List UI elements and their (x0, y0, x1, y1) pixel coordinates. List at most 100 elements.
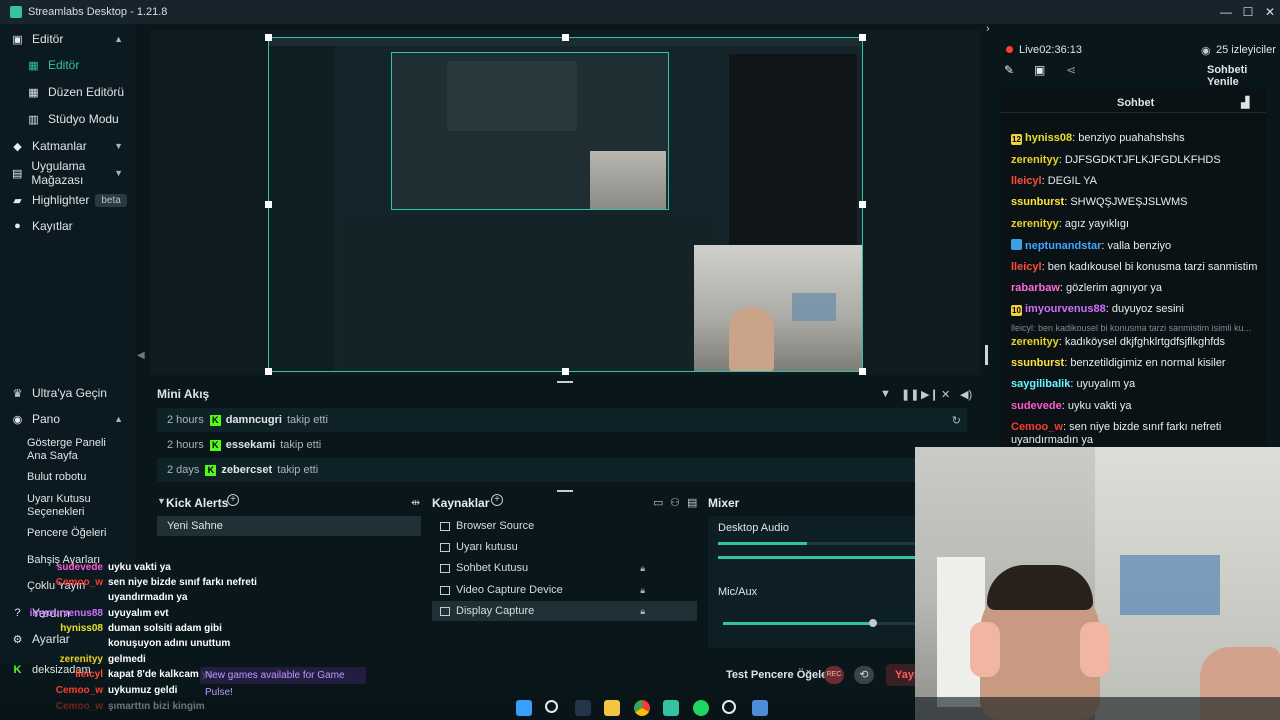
lock-icon[interactable]: 🔒︎ (640, 585, 645, 596)
sidebar-item-layers[interactable]: ◆ Katmanlar ▼ (0, 134, 135, 158)
feed-row: 2 days K zebercset takip etti (157, 458, 967, 482)
sidebar-item-app-store[interactable]: ▤ Uygulama Mağazası ▼ (0, 159, 135, 187)
folder-icon[interactable] (604, 700, 620, 716)
resize-handle-b[interactable] (562, 368, 569, 375)
sidebar-item-label: Düzen Editörü (48, 85, 125, 99)
app-icon[interactable] (752, 700, 768, 716)
source-item[interactable]: Browser Source (432, 516, 697, 536)
spotify-icon[interactable] (693, 700, 709, 716)
close-button[interactable]: ✕ (1259, 0, 1280, 24)
resize-handle-r[interactable] (859, 201, 866, 208)
test-widgets-label[interactable]: Test Pencere Öğeleri (726, 669, 835, 681)
pause-icon[interactable]: ❚❚ (901, 388, 919, 401)
lock-icon[interactable]: 🔒︎ (640, 606, 645, 617)
mute-alerts-icon[interactable]: ✕ (941, 388, 950, 401)
overlay-text: duman solsiti adam gibi (108, 623, 222, 634)
chat-username[interactable]: lleicyl (1011, 175, 1042, 187)
resize-handle-tl[interactable] (265, 34, 272, 41)
mic-slider[interactable] (723, 622, 915, 625)
desktop-audio-slider[interactable] (718, 556, 915, 559)
source-item[interactable]: Sohbet Kutusu 🔒︎ (432, 558, 697, 578)
mic-slider-knob[interactable] (868, 619, 877, 627)
sidebar-item-layout-editor[interactable]: ▦ Düzen Editörü (0, 80, 135, 104)
sidebar-item-highlighter[interactable]: ▰ Highlighter beta (0, 188, 135, 212)
chat-username[interactable]: zerenityy (1011, 154, 1059, 166)
filter-icon[interactable]: ▼ (880, 388, 891, 400)
chat-username[interactable]: zerenityy (1011, 336, 1059, 348)
sidebar-item-label: Kayıtlar (32, 219, 73, 233)
chrome-icon[interactable] (634, 700, 650, 716)
preview-scrollbar[interactable] (985, 345, 988, 365)
refresh-chat-button[interactable]: Sohbeti Yenile (1207, 64, 1280, 88)
lock-icon[interactable]: 🔒︎ (640, 563, 645, 574)
search-icon[interactable] (545, 700, 558, 713)
source-group-icon[interactable]: ⚇ (670, 496, 680, 509)
chat-username[interactable]: ssunburst (1011, 357, 1064, 369)
resize-handle-bl[interactable] (265, 368, 272, 375)
mixer-title: Mixer (708, 496, 740, 510)
scene-transition-icon[interactable]: ⇹ (411, 496, 420, 509)
rec-button[interactable]: REC (824, 666, 844, 684)
streamlabs-icon[interactable] (663, 700, 679, 716)
maximize-button[interactable]: ☐ (1237, 0, 1259, 24)
chat-username[interactable]: imyourvenus88 (1025, 303, 1106, 315)
sidebar-item-dashboard[interactable]: ◉ Pano ▲ (0, 408, 135, 430)
source-folder-icon[interactable]: ▤ (687, 496, 697, 509)
resize-handle-l[interactable] (265, 201, 272, 208)
replay-buffer-button[interactable]: ⟲ (854, 666, 874, 684)
collapse-sidebar-icon[interactable]: ◀ (137, 350, 145, 361)
sidebar-item-ultra[interactable]: ♛ Ultra'ya Geçin (0, 382, 135, 404)
chat-username[interactable]: Cemoo_w (1011, 421, 1063, 433)
chevron-right-icon[interactable]: › (986, 23, 990, 35)
window-title: Streamlabs Desktop - 1.21.8 (28, 6, 168, 18)
dock-drag-handle[interactable] (557, 490, 573, 492)
sidebar-item-editor[interactable]: ▦ Editör (0, 53, 135, 77)
chat-username[interactable]: zerenityy (1011, 218, 1059, 230)
skip-icon[interactable]: ▶❙ (921, 388, 939, 401)
chat-username[interactable]: ssunburst (1011, 196, 1064, 208)
replay-icon[interactable]: ↻ (952, 414, 961, 427)
feed-user: essekami (225, 439, 276, 451)
chat-text: benziyo puahahshshs (1078, 132, 1185, 144)
chat-username[interactable]: hyniss08 (1025, 132, 1072, 144)
add-source-icon[interactable]: + (491, 494, 503, 506)
chat-username[interactable]: neptunandstar (1025, 240, 1101, 252)
chat-users-icon[interactable]: ▟ (1241, 96, 1249, 109)
source-settings-icon[interactable]: ▭ (653, 496, 663, 509)
windows-icon[interactable] (516, 700, 532, 716)
scene-item[interactable]: Yeni Sahne (157, 516, 421, 536)
resize-handle-tr[interactable] (859, 34, 866, 41)
resize-handle-t[interactable] (562, 34, 569, 41)
nested-webcam-large (694, 245, 862, 371)
display-icon (440, 606, 450, 616)
minimize-button[interactable]: — (1215, 0, 1237, 24)
add-scene-icon[interactable]: + (227, 494, 239, 506)
source-item[interactable]: Uyarı kutusu (432, 537, 697, 557)
edit-icon[interactable]: ✎ (1004, 63, 1014, 77)
sidebar-item-editor-group[interactable]: ▣ Editör ▲ (0, 27, 135, 51)
sources-title: Kaynaklar (432, 496, 490, 510)
chat-username[interactable]: lleicyl (1011, 261, 1042, 273)
nested-person (729, 307, 774, 371)
source-item-selected[interactable]: Display Capture 🔒︎ (432, 601, 697, 621)
sidebar-item-cloudbot[interactable]: Bulut robotu (27, 471, 86, 483)
source-item[interactable]: Video Capture Device 🔒︎ (432, 580, 697, 600)
resize-handle-br[interactable] (859, 368, 866, 375)
sidebar-item-widgets[interactable]: Pencere Öğeleri (27, 527, 107, 539)
chevron-down-icon[interactable]: ▼ (157, 496, 166, 506)
media-icon[interactable] (722, 700, 736, 714)
chat-username[interactable]: rabarbaw (1011, 282, 1060, 294)
display-capture-source[interactable] (268, 37, 863, 372)
sidebar-item-studio-mode[interactable]: ▥ Stüdyo Modu (0, 107, 135, 131)
chat-username[interactable]: sudevede (1011, 400, 1062, 412)
sidebar-item-alertbox[interactable]: Uyarı Kutusu Seçenekleri (27, 493, 127, 519)
steam-icon[interactable] (575, 700, 591, 716)
sidebar-item-recordings[interactable]: ● Kayıtlar (0, 214, 135, 238)
volume-icon[interactable]: ◀) (960, 388, 972, 401)
sidebar-item-dashboard-home[interactable]: Gösterge Paneli Ana Sayfa (27, 437, 127, 463)
go-live-button[interactable]: Yayın (886, 664, 924, 686)
chat-username[interactable]: saygilibalik (1011, 378, 1070, 390)
chat-text: kadıköysel dkjfghklrtgdfsjflkghfds (1064, 336, 1226, 348)
stream-settings-icon[interactable]: ▣ (1034, 63, 1045, 77)
share-icon[interactable]: ⋖ (1066, 63, 1076, 77)
